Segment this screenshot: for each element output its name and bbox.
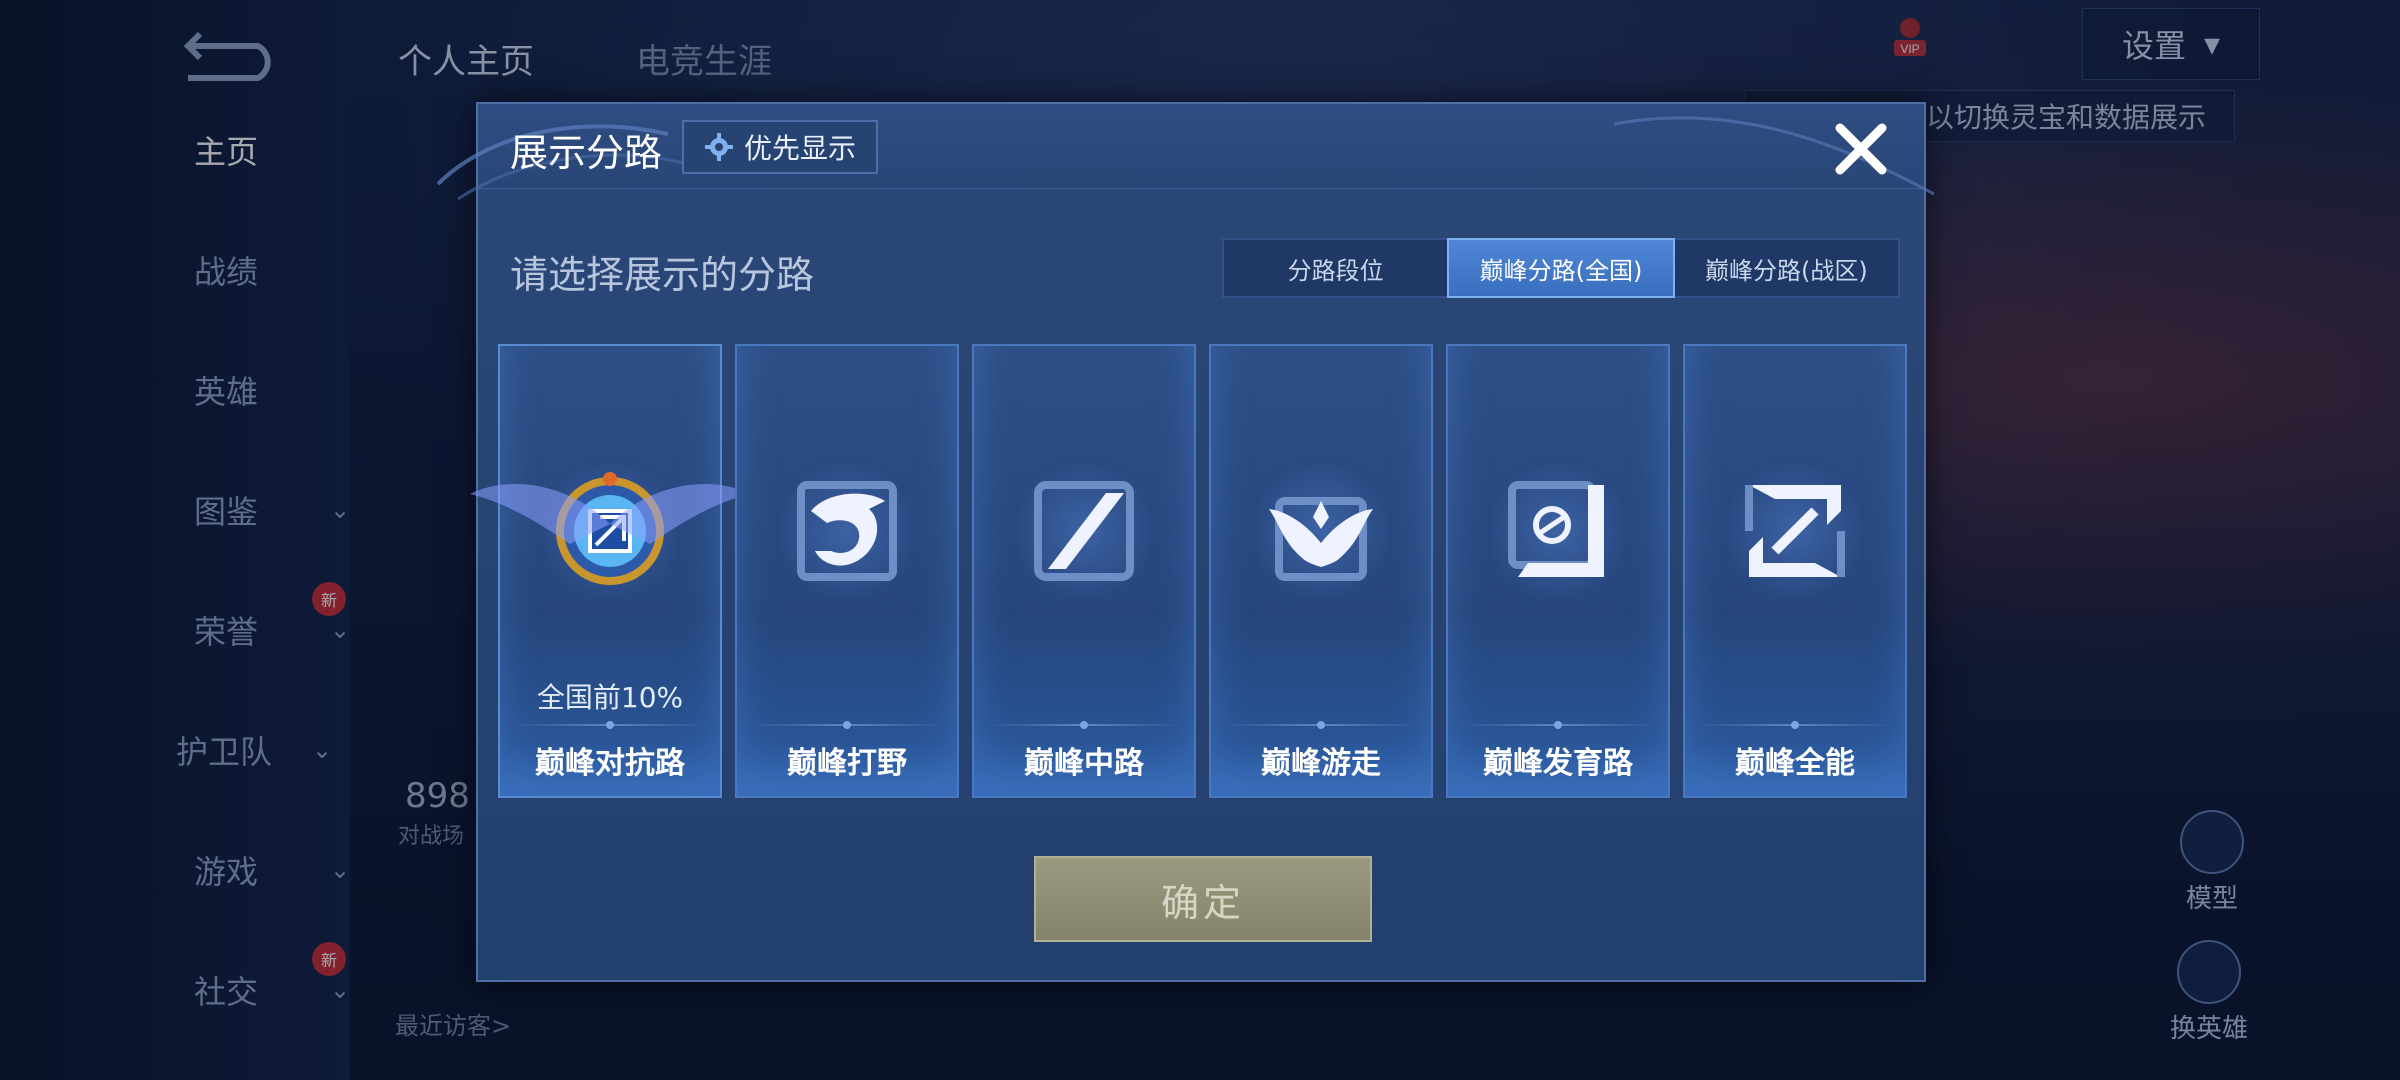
all-round-icon (1745, 485, 1845, 577)
lane-display-dialog: 展示分路 优先显示 请选择展示的分路 分路段位 巅峰分路(全国) 巅峰分路(战区… (436, 102, 1935, 982)
rank-text: 全国前10% (536, 681, 684, 714)
mid-lane-slash-icon (1034, 481, 1134, 581)
lane-name: 巅峰对抗路 (535, 746, 685, 781)
lane-mode-tabs: 分路段位 巅峰分路(全国) 巅峰分路(战区) (1222, 238, 1900, 298)
emblem-backdrop (999, 446, 1169, 616)
emblem-backdrop (1236, 446, 1406, 616)
card-divider (988, 721, 1180, 729)
confirm-button[interactable]: 确定 (1034, 856, 1372, 942)
lane-card-mid[interactable]: 巅峰中路 (972, 344, 1196, 798)
priority-display-button[interactable]: 优先显示 (682, 120, 879, 174)
card-divider (1462, 721, 1654, 729)
close-icon[interactable] (1828, 116, 1894, 182)
card-divider (514, 721, 706, 729)
lane-card-clash[interactable]: 全国前10% 巅峰对抗路 (470, 344, 750, 798)
lane-card-farm[interactable]: 巅峰发育路 (1446, 344, 1670, 798)
emblem-backdrop (525, 446, 695, 616)
lane-card-all-round[interactable]: 巅峰全能 (1683, 344, 1907, 798)
emblem-backdrop (1473, 446, 1643, 616)
emblem-backdrop (1710, 446, 1880, 616)
tab-lane-rank[interactable]: 分路段位 (1224, 240, 1447, 296)
card-divider (1225, 721, 1417, 729)
roam-wings-icon (1269, 497, 1373, 581)
lane-card-roam[interactable]: 巅峰游走 (1209, 344, 1433, 798)
card-divider (1699, 721, 1891, 729)
priority-display-label: 优先显示 (744, 132, 857, 165)
lane-name: 巅峰中路 (1024, 746, 1144, 781)
lane-card-list: 全国前10% 巅峰对抗路 巅峰打野 巅峰中路 巅峰游走 巅峰发育路 巅峰全能 (470, 344, 1907, 798)
lane-card-jungle[interactable]: 巅峰打野 (735, 344, 959, 798)
jungle-dragon-icon (797, 481, 897, 581)
tab-peak-lane-national[interactable]: 巅峰分路(全国) (1447, 238, 1675, 298)
lane-name: 巅峰游走 (1261, 746, 1381, 781)
farm-lane-icon (1508, 481, 1604, 577)
gear-icon (705, 133, 733, 161)
lane-name: 巅峰打野 (787, 746, 907, 781)
emblem-backdrop (762, 446, 932, 616)
tab-peak-lane-region[interactable]: 巅峰分路(战区) (1675, 240, 1898, 296)
dialog-subtitle: 请选择展示的分路 (510, 253, 815, 297)
dialog-title: 展示分路 (510, 131, 663, 175)
lane-name: 巅峰发育路 (1483, 746, 1633, 781)
card-divider (751, 721, 943, 729)
clash-lane-badge-icon (556, 472, 664, 585)
lane-name: 巅峰全能 (1735, 746, 1855, 781)
